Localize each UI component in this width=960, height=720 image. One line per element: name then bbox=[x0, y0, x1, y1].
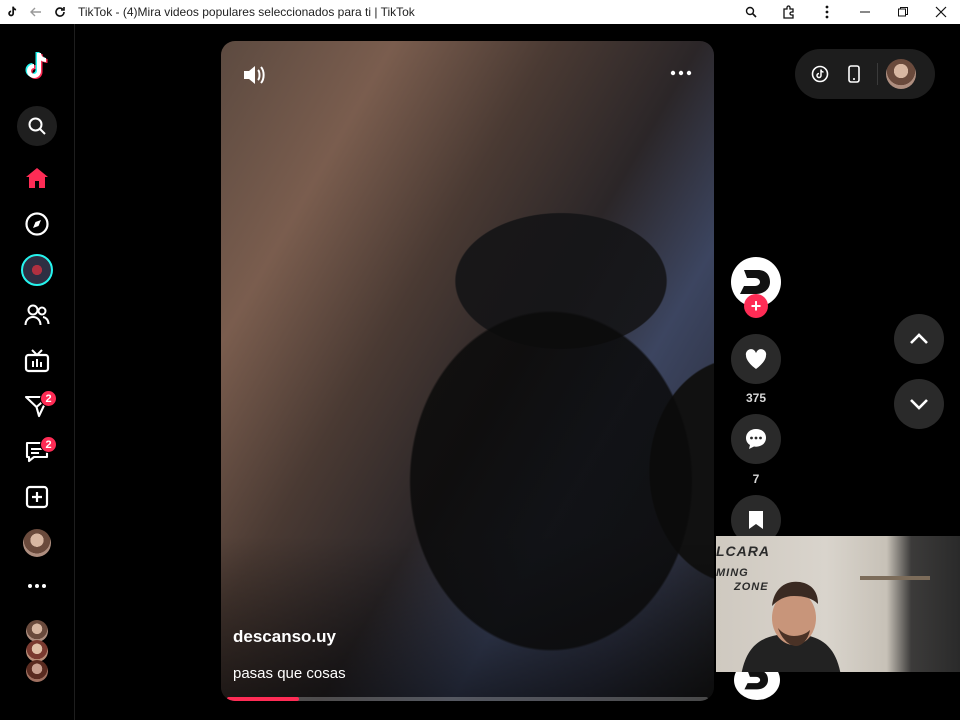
more-dots-icon bbox=[28, 584, 46, 588]
wall-shelf bbox=[860, 576, 930, 580]
compass-icon bbox=[25, 212, 49, 236]
next-video-button[interactable] bbox=[894, 379, 944, 429]
more-horizontal-icon bbox=[670, 70, 692, 76]
video-author[interactable]: descanso.uy bbox=[233, 627, 336, 647]
streamer-figure bbox=[741, 581, 841, 672]
live-tv-icon bbox=[24, 349, 50, 373]
volume-button[interactable] bbox=[241, 63, 267, 87]
creator-logo-small-icon bbox=[744, 670, 768, 690]
mobile-phone-icon bbox=[848, 65, 860, 83]
creator-logo-icon bbox=[740, 270, 770, 294]
volume-icon bbox=[244, 66, 265, 84]
bookmark-icon bbox=[749, 511, 763, 529]
video-more-button[interactable] bbox=[670, 63, 696, 87]
comment-button[interactable] bbox=[731, 414, 781, 464]
top-right-controls bbox=[795, 49, 935, 99]
left-sidebar: 2 2 bbox=[0, 24, 75, 720]
search-button[interactable] bbox=[17, 106, 57, 146]
live-creator-avatar bbox=[21, 254, 53, 286]
following-avatar-3[interactable] bbox=[26, 660, 48, 682]
sidebar-item-profile[interactable] bbox=[17, 523, 57, 563]
video-player[interactable]: descanso.uy pasas que cosas bbox=[221, 41, 714, 701]
back-arrow-icon[interactable] bbox=[24, 0, 48, 24]
like-count: 375 bbox=[745, 391, 767, 405]
video-frame bbox=[221, 41, 714, 701]
following-avatar-1[interactable] bbox=[26, 620, 48, 642]
pill-divider bbox=[877, 63, 878, 85]
sidebar-item-live-avatar[interactable] bbox=[17, 250, 57, 290]
sidebar-item-following[interactable] bbox=[17, 295, 57, 335]
zoom-icon[interactable] bbox=[732, 0, 770, 24]
tiktok-app-icon bbox=[0, 0, 24, 24]
messages-badge: 2 bbox=[40, 436, 57, 453]
minimize-button[interactable] bbox=[846, 0, 884, 24]
comment-icon bbox=[746, 429, 766, 449]
sidebar-item-home[interactable] bbox=[17, 158, 57, 198]
following-users-icon bbox=[24, 304, 50, 326]
heart-icon bbox=[745, 349, 767, 369]
comment-count: 7 bbox=[752, 472, 760, 486]
extensions-icon[interactable] bbox=[770, 0, 808, 24]
chevron-up-icon bbox=[910, 333, 928, 344]
sidebar-item-live[interactable] bbox=[17, 341, 57, 381]
chevron-down-icon bbox=[910, 399, 928, 410]
window-titlebar: TikTok - (4)Mira videos populares selecc… bbox=[0, 0, 960, 24]
menu-kebab-icon[interactable] bbox=[808, 0, 846, 24]
activity-badge: 2 bbox=[40, 390, 57, 407]
following-avatar-2[interactable] bbox=[26, 640, 48, 662]
tiktok-coin-button[interactable] bbox=[803, 57, 837, 91]
account-avatar bbox=[886, 59, 916, 89]
add-upload-icon bbox=[25, 485, 49, 509]
video-progress-fill bbox=[227, 697, 300, 701]
get-app-button[interactable] bbox=[837, 57, 871, 91]
video-progress-bar[interactable] bbox=[227, 697, 708, 701]
sidebar-item-explore[interactable] bbox=[17, 204, 57, 244]
previous-video-button[interactable] bbox=[894, 314, 944, 364]
account-avatar-button[interactable] bbox=[884, 57, 918, 91]
follow-button[interactable]: + bbox=[744, 294, 768, 318]
video-caption: pasas que cosas bbox=[233, 665, 346, 682]
sidebar-item-upload[interactable] bbox=[17, 477, 57, 517]
sidebar-item-activity[interactable]: 2 bbox=[17, 386, 57, 426]
webcam-overlay: LCARA MING ZONE bbox=[716, 536, 960, 672]
tiktok-logo-icon[interactable] bbox=[17, 46, 57, 86]
window-title: TikTok - (4)Mira videos populares selecc… bbox=[78, 5, 415, 19]
sidebar-item-more[interactable] bbox=[17, 566, 57, 606]
tiktok-circle-icon bbox=[811, 65, 829, 83]
reload-icon[interactable] bbox=[48, 0, 72, 24]
close-button[interactable] bbox=[922, 0, 960, 24]
sidebar-item-messages[interactable]: 2 bbox=[17, 432, 57, 472]
restore-button[interactable] bbox=[884, 0, 922, 24]
home-icon bbox=[26, 168, 48, 188]
search-icon bbox=[28, 117, 46, 135]
svg-text:LCARA: LCARA bbox=[716, 543, 770, 559]
like-button[interactable] bbox=[731, 334, 781, 384]
profile-avatar bbox=[23, 529, 51, 557]
